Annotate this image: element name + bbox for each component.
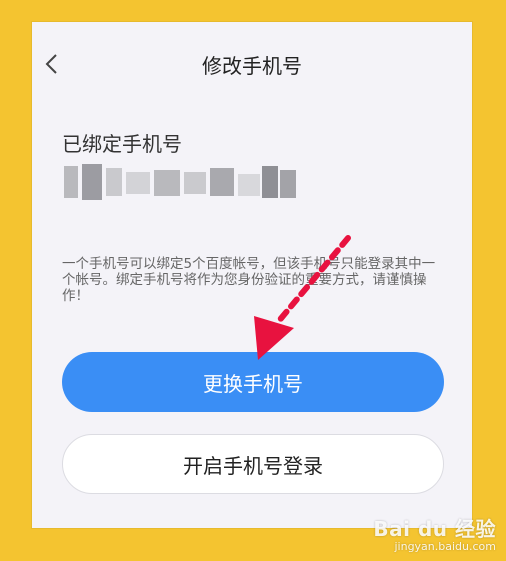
- phone-screen: 修改手机号 已绑定手机号 一个手机号可以绑定5个百度帐号，但该手机号只能登录其中…: [32, 22, 472, 528]
- enable-phone-login-button[interactable]: 开启手机号登录: [62, 434, 444, 494]
- baidu-jingyan-watermark: Bai du 经验 jingyan.baidu.com: [373, 513, 496, 553]
- bound-phone-label: 已绑定手机号: [62, 132, 182, 156]
- masked-phone-number: [64, 164, 296, 200]
- change-phone-button[interactable]: 更换手机号: [62, 352, 444, 412]
- page-title: 修改手机号: [202, 54, 302, 78]
- binding-hint-text: 一个手机号可以绑定5个百度帐号，但该手机号只能登录其中一个帐号。绑定手机号将作为…: [62, 256, 436, 304]
- watermark-brand: Bai du 经验: [373, 517, 496, 541]
